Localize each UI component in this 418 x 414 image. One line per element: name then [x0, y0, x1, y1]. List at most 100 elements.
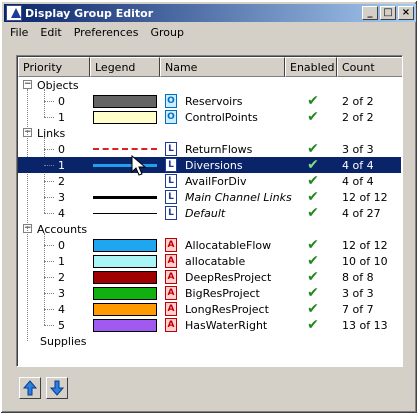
table-row[interactable]: 3 A BigResProject ✔ 3 of 3 [18, 285, 401, 301]
count-cell: 3 of 3 [342, 142, 374, 156]
enabled-cell[interactable]: ✔ [288, 269, 338, 285]
legend-cell[interactable] [92, 285, 158, 301]
tree-group-accounts[interactable]: − Accounts [18, 221, 401, 237]
minimize-button[interactable]: _ [362, 6, 378, 20]
legend-line [93, 195, 157, 199]
table-row[interactable]: 3 L Main Channel Links ✔ 12 of 12 [18, 189, 401, 205]
tree-group-objects[interactable]: − Objects [18, 77, 401, 93]
enabled-cell[interactable]: ✔ [288, 205, 338, 221]
enabled-cell[interactable]: ✔ [288, 109, 338, 125]
name-cell[interactable]: L ReturnFlows [161, 141, 285, 157]
tree-group-label-supplies: Supplies [40, 334, 87, 348]
display-group-table[interactable]: Priority Legend Name Enabled Count − Obje… [16, 55, 403, 367]
name-cell[interactable]: A LongResProject [161, 301, 285, 317]
table-row[interactable]: 2 L AvailForDiv ✔ 4 of 4 [18, 173, 401, 189]
name-cell[interactable]: A BigResProject [161, 285, 285, 301]
table-row[interactable]: 0 A AllocatableFlow ✔ 12 of 12 [18, 237, 401, 253]
legend-cell[interactable] [92, 317, 158, 333]
name-cell[interactable]: O ControlPoints [161, 109, 285, 125]
column-header-legend[interactable]: Legend [90, 57, 160, 77]
name-text: BigResProject [185, 286, 260, 300]
enabled-cell[interactable]: ✔ [288, 237, 338, 253]
legend-cell[interactable] [92, 253, 158, 269]
priority-cell: 2 [58, 270, 65, 284]
account-doc-icon: A [165, 302, 177, 316]
collapse-toggle-objects[interactable]: − [23, 80, 32, 89]
move-down-button[interactable] [46, 377, 68, 399]
table-row[interactable]: 4 L Default ✔ 4 of 27 [18, 205, 401, 221]
table-row[interactable]: 1 L Diversions ✔ 4 of 4 [18, 157, 401, 173]
enabled-cell[interactable]: ✔ [288, 141, 338, 157]
count-cell: 4 of 4 [342, 174, 374, 188]
enabled-cell[interactable]: ✔ [288, 157, 338, 173]
menu-file[interactable]: File [4, 26, 34, 39]
priority-cell: 3 [58, 286, 65, 300]
enabled-cell[interactable]: ✔ [288, 301, 338, 317]
enabled-cell[interactable]: ✔ [288, 253, 338, 269]
legend-cell[interactable] [92, 301, 158, 317]
legend-cell[interactable] [92, 109, 158, 125]
priority-cell: 1 [58, 158, 65, 172]
legend-swatch [93, 238, 157, 252]
table-row[interactable]: 0 L ReturnFlows ✔ 3 of 3 [18, 141, 401, 157]
name-cell[interactable]: A DeepResProject [161, 269, 285, 285]
menu-preferences[interactable]: Preferences [68, 26, 145, 39]
checkmark-icon: ✔ [307, 157, 319, 173]
legend-line [93, 148, 157, 150]
tree-group-links[interactable]: − Links [18, 125, 401, 141]
menu-edit[interactable]: Edit [34, 26, 67, 39]
name-cell[interactable]: O Reservoirs [161, 93, 285, 109]
priority-cell: 1 [58, 254, 65, 268]
close-button[interactable]: × [398, 6, 414, 20]
table-row[interactable]: 1 Aallocatable ✔ 10 of 10 [18, 253, 401, 269]
move-up-button[interactable] [19, 377, 41, 399]
checkmark-icon: ✔ [307, 93, 319, 109]
table-row[interactable]: 5 A HasWaterRight ✔ 13 of 13 [18, 317, 401, 333]
name-text: AllocatableFlow [185, 238, 272, 252]
name-cell[interactable]: L AvailForDiv [161, 173, 285, 189]
name-cell[interactable]: A AllocatableFlow [161, 237, 285, 253]
maximize-button[interactable]: □ [380, 6, 396, 20]
column-header-enabled[interactable]: Enabled [285, 57, 337, 77]
name-cell[interactable]: Aallocatable [161, 253, 285, 269]
tree-group-label-links: Links [37, 126, 66, 140]
arrow-down-icon [49, 380, 65, 396]
column-header-count[interactable]: Count [337, 57, 402, 77]
legend-cell[interactable] [92, 173, 158, 189]
enabled-cell[interactable]: ✔ [288, 317, 338, 333]
title-bar[interactable]: Display Group Editor _ □ × [4, 4, 416, 22]
legend-line [93, 163, 157, 167]
name-text: Reservoirs [185, 94, 243, 108]
priority-cell: 0 [58, 142, 65, 156]
checkmark-icon: ✔ [307, 269, 319, 285]
column-header-name[interactable]: Name [160, 57, 285, 77]
name-cell[interactable]: L Diversions [161, 157, 285, 173]
tree-group-supplies[interactable]: Supplies [18, 333, 401, 349]
legend-cell[interactable] [92, 237, 158, 253]
menu-group[interactable]: Group [144, 26, 190, 39]
enabled-cell[interactable]: ✔ [288, 173, 338, 189]
table-row[interactable]: 4 A LongResProject ✔ 7 of 7 [18, 301, 401, 317]
table-row[interactable]: 0 O Reservoirs ✔ 2 of 2 [18, 93, 401, 109]
legend-cell[interactable] [92, 157, 158, 173]
priority-cell: 2 [58, 174, 65, 188]
legend-cell[interactable] [92, 93, 158, 109]
enabled-cell[interactable]: ✔ [288, 93, 338, 109]
count-cell: 2 of 2 [342, 94, 374, 108]
legend-cell[interactable] [92, 205, 158, 221]
count-cell: 4 of 4 [342, 158, 374, 172]
link-doc-icon: L [165, 206, 177, 220]
enabled-cell[interactable]: ✔ [288, 285, 338, 301]
table-row[interactable]: 1 O ControlPoints ✔ 2 of 2 [18, 109, 401, 125]
legend-swatch [93, 110, 157, 124]
table-row[interactable]: 2 A DeepResProject ✔ 8 of 8 [18, 269, 401, 285]
name-cell[interactable]: L Default [161, 205, 285, 221]
legend-cell[interactable] [92, 141, 158, 157]
name-cell[interactable]: L Main Channel Links [161, 189, 292, 205]
legend-cell[interactable] [92, 189, 158, 205]
enabled-cell[interactable]: ✔ [288, 189, 338, 205]
legend-cell[interactable] [92, 269, 158, 285]
name-cell[interactable]: A HasWaterRight [161, 317, 285, 333]
column-header-priority[interactable]: Priority [18, 57, 90, 77]
legend-swatch [93, 94, 157, 108]
